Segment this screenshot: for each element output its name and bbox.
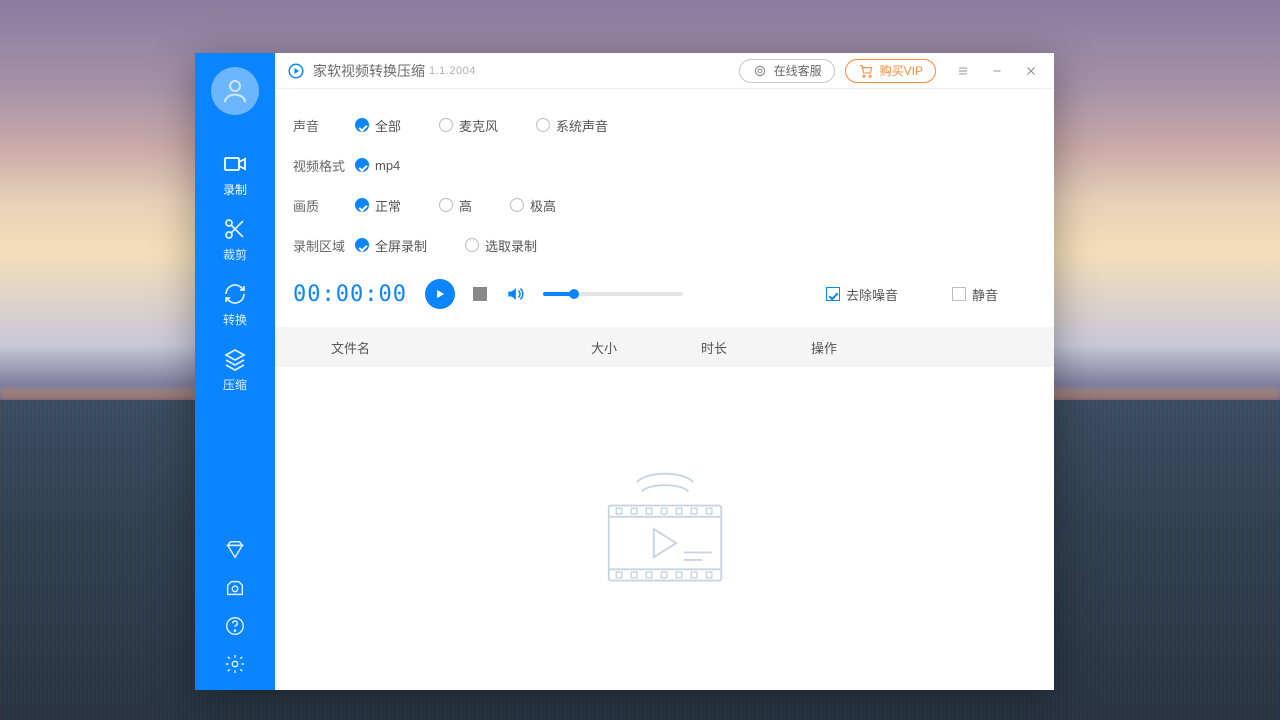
video-icon	[222, 151, 248, 177]
sidebar-item-convert[interactable]: 转换	[195, 271, 275, 336]
sidebar-item-compress[interactable]: 压缩	[195, 336, 275, 401]
scissors-icon	[222, 216, 248, 242]
row-label: 声音	[293, 116, 355, 135]
volume-slider[interactable]	[543, 292, 683, 296]
col-duration: 时长	[701, 338, 811, 357]
denoise-checkbox[interactable]: 去除噪音	[826, 285, 898, 304]
row-area: 录制区域 全屏录制 选取录制	[293, 225, 1036, 265]
sidebar-bottom	[223, 538, 247, 690]
refresh-icon	[222, 281, 248, 307]
app-window: 录制 裁剪 转换 压缩	[195, 53, 1054, 690]
empty-state	[275, 367, 1054, 690]
opt-quality-normal[interactable]: 正常	[355, 196, 401, 215]
avatar[interactable]	[211, 67, 259, 115]
opt-sound-mic[interactable]: 麦克风	[439, 116, 498, 135]
play-button[interactable]	[425, 279, 455, 309]
app-version: 1.1.2004	[429, 65, 476, 77]
online-service-button[interactable]: 在线客服	[739, 59, 835, 83]
row-label: 录制区域	[293, 236, 355, 255]
cart-icon	[858, 63, 874, 79]
row-sound: 声音 全部 麦克风 系统声音	[293, 105, 1036, 145]
opt-sound-system[interactable]: 系统声音	[536, 116, 608, 135]
row-label: 视频格式	[293, 156, 355, 175]
sidebar-item-cut[interactable]: 裁剪	[195, 206, 275, 271]
buy-vip-button[interactable]: 购买VIP	[845, 59, 936, 83]
empty-video-icon	[590, 454, 740, 604]
controls-bar: 00:00:00 去除噪音 静音	[275, 269, 1054, 327]
mute-checkbox[interactable]: 静音	[952, 285, 998, 304]
help-icon[interactable]	[223, 614, 247, 638]
sidebar-item-record[interactable]: 录制	[195, 141, 275, 206]
row-format: 视频格式 mp4	[293, 145, 1036, 185]
opt-quality-ultra[interactable]: 极高	[510, 196, 556, 215]
nav-label: 裁剪	[223, 246, 247, 263]
timer-display: 00:00:00	[293, 282, 407, 307]
opt-quality-high[interactable]: 高	[439, 196, 472, 215]
minimize-button[interactable]	[980, 55, 1014, 87]
user-icon	[220, 76, 250, 106]
button-label: 在线客服	[774, 62, 822, 79]
table-header: 文件名 大小 时长 操作	[275, 327, 1054, 367]
col-filename: 文件名	[331, 338, 591, 357]
opt-format-mp4[interactable]: mp4	[355, 158, 400, 173]
row-label: 画质	[293, 196, 355, 215]
menu-button[interactable]	[946, 55, 980, 87]
button-label: 购买VIP	[880, 62, 923, 79]
nav-label: 转换	[223, 311, 247, 328]
main-panel: 家软视频转换压缩 1.1.2004 在线客服 购买VIP 声音 全部 麦克风 系…	[275, 53, 1054, 690]
headset-icon	[752, 63, 768, 79]
gear-icon[interactable]	[223, 652, 247, 676]
close-button[interactable]	[1014, 55, 1048, 87]
app-title: 家软视频转换压缩	[313, 61, 425, 81]
titlebar: 家软视频转换压缩 1.1.2004 在线客服 购买VIP	[275, 53, 1054, 89]
stop-button[interactable]	[473, 287, 487, 301]
diamond-icon[interactable]	[223, 538, 247, 562]
opt-area-select[interactable]: 选取录制	[465, 236, 537, 255]
row-quality: 画质 正常 高 极高	[293, 185, 1036, 225]
col-size: 大小	[591, 338, 701, 357]
sidebar: 录制 裁剪 转换 压缩	[195, 53, 275, 690]
volume-icon[interactable]	[505, 284, 525, 304]
settings-panel: 声音 全部 麦克风 系统声音 视频格式 mp4 画质 正常 高 极高 录制区域 …	[275, 89, 1054, 269]
opt-area-fullscreen[interactable]: 全屏录制	[355, 236, 427, 255]
col-action: 操作	[811, 338, 837, 357]
nav-label: 压缩	[223, 376, 247, 393]
layers-icon	[222, 346, 248, 372]
opt-sound-all[interactable]: 全部	[355, 116, 401, 135]
image-icon[interactable]	[223, 576, 247, 600]
nav-label: 录制	[223, 181, 247, 198]
logo-icon	[287, 61, 307, 81]
